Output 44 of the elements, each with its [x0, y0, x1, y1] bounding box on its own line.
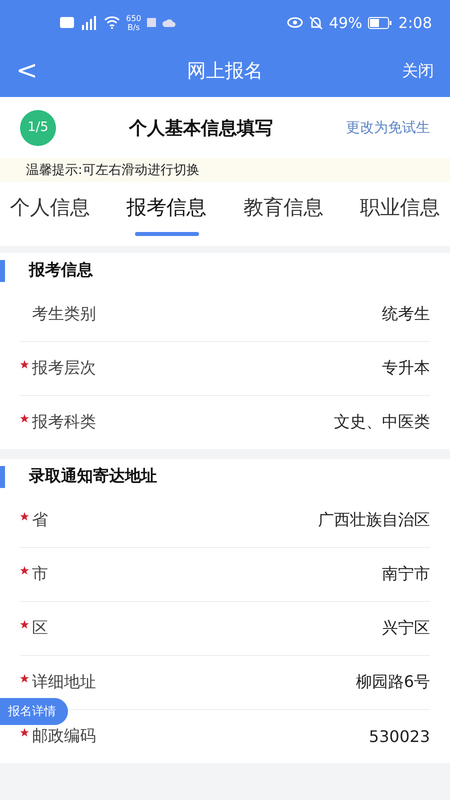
field-label: 邮政编码 [32, 726, 96, 747]
field-label: 详细地址 [32, 672, 96, 693]
tab[interactable]: 报考信息 [126, 194, 207, 246]
details-button[interactable]: 报名详情 [0, 698, 68, 725]
change-link[interactable]: 更改为免试生 [346, 118, 430, 136]
square-icon [147, 18, 156, 27]
clock-time: 2:08 [398, 14, 432, 32]
muted-bell-icon [308, 16, 323, 30]
field-label: 报考科类 [32, 412, 96, 433]
field-label: 市 [32, 564, 48, 585]
field-label: 考生类别 [32, 304, 96, 325]
field-value: 文史、中医类 [334, 412, 430, 433]
speed-unit: B/s [127, 22, 140, 32]
hd-icon [60, 17, 74, 28]
field-value: 专升本 [382, 358, 430, 379]
wifi-icon [104, 16, 120, 29]
step-badge: 1/5 [20, 110, 56, 146]
signal-icon [80, 16, 98, 30]
section-marker [0, 466, 5, 488]
page-title: 网上报名 [186, 59, 264, 84]
field-label: 报考层次 [32, 358, 96, 379]
tip-text: 温馨提示:可左右滑动进行切换 [0, 158, 450, 182]
back-button[interactable]: < [16, 56, 56, 86]
cloud-icon [162, 18, 176, 27]
field-value: 柳园路6号 [356, 672, 430, 693]
field-value: 兴宁区 [382, 618, 430, 639]
battery-percent: 49% [328, 14, 362, 32]
eye-icon [286, 17, 303, 28]
field-value: 广西壮族自治区 [318, 510, 430, 531]
tab[interactable]: 教育信息 [243, 194, 324, 246]
tab[interactable]: 个人信息 [10, 194, 90, 246]
field-value: 统考生 [382, 304, 430, 325]
tab[interactable]: 职业信息 [360, 194, 440, 246]
field-label: 省 [32, 510, 48, 531]
close-button[interactable]: 关闭 [394, 60, 434, 82]
field-label: 区 [32, 618, 48, 639]
form-title: 个人基本信息填写 [128, 116, 274, 140]
section-marker [0, 260, 5, 282]
battery-icon [368, 16, 392, 28]
field-value: 南宁市 [382, 564, 430, 585]
field-value: 530023 [368, 727, 430, 746]
network-speed: 650 [126, 14, 142, 22]
section-title: 报考信息 [29, 260, 93, 281]
section-title: 录取通知寄达地址 [29, 466, 157, 487]
